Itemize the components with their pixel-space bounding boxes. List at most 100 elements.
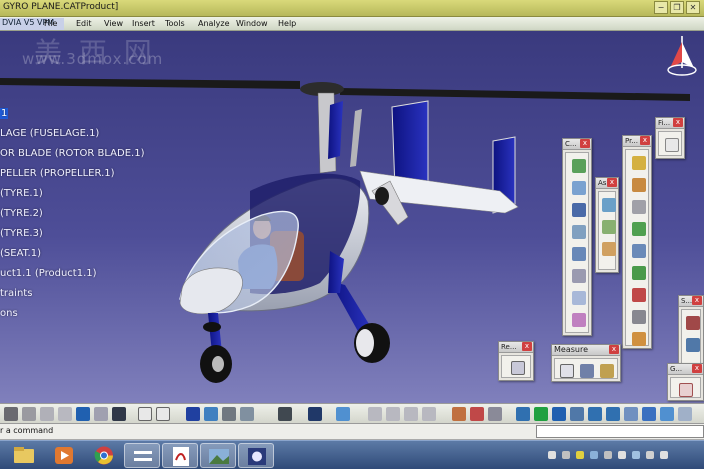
grid-icon[interactable] xyxy=(679,383,693,397)
constraint-icon[interactable] xyxy=(572,181,586,195)
snap-icon[interactable] xyxy=(368,407,382,421)
menu-insert[interactable]: Insert xyxy=(132,19,155,28)
product-icon[interactable] xyxy=(632,178,646,192)
tree-node-fuselage[interactable]: LAGE (FUSELAGE.1) xyxy=(0,128,99,139)
tray-icon[interactable] xyxy=(632,451,640,459)
menu-window[interactable]: Window xyxy=(236,19,268,28)
switch-icon[interactable] xyxy=(124,443,160,468)
rotor-blade[interactable] xyxy=(0,78,690,101)
tyre-far[interactable] xyxy=(203,322,221,332)
toolbar-assembly[interactable]: As... x xyxy=(595,177,619,273)
catalog-icon[interactable] xyxy=(240,407,254,421)
explode-icon[interactable] xyxy=(386,407,400,421)
product-icon[interactable] xyxy=(632,244,646,258)
menu-tools[interactable]: Tools xyxy=(165,19,185,28)
tyre-front[interactable] xyxy=(200,345,232,383)
help-icon[interactable] xyxy=(112,407,126,421)
fit-all-in-icon[interactable] xyxy=(534,407,548,421)
normal-view-icon[interactable] xyxy=(624,407,638,421)
close-button[interactable]: ✕ xyxy=(686,1,700,14)
close-icon[interactable]: x xyxy=(607,178,617,187)
menu-analyze[interactable]: Analyze xyxy=(198,19,230,28)
update-icon[interactable] xyxy=(278,407,292,421)
toolbar-measure[interactable]: Measure x xyxy=(551,344,621,382)
menu-view[interactable]: View xyxy=(104,19,123,28)
tree-node-propeller[interactable]: PELLER (PROPELLER.1) xyxy=(0,168,115,179)
paste-icon[interactable] xyxy=(58,407,72,421)
tray-icon[interactable] xyxy=(576,451,584,459)
pan-icon[interactable] xyxy=(552,407,566,421)
catia-icon[interactable] xyxy=(238,443,274,468)
chrome-icon[interactable] xyxy=(86,443,122,468)
tree-node-tyre-1[interactable]: (TYRE.1) xyxy=(0,188,43,199)
toolbar-product-structure[interactable]: Pr... x xyxy=(622,135,652,349)
tray-icon[interactable] xyxy=(590,451,598,459)
hide-show-icon[interactable] xyxy=(678,407,692,421)
tree-icon[interactable] xyxy=(204,407,218,421)
print-icon[interactable] xyxy=(4,407,18,421)
tray-icon[interactable] xyxy=(562,451,570,459)
maximize-button[interactable]: ❐ xyxy=(670,1,684,14)
tree-node-applications[interactable]: ons xyxy=(0,308,18,319)
close-icon[interactable]: x xyxy=(522,342,532,351)
fit-all-icon[interactable] xyxy=(665,138,679,152)
close-icon[interactable]: x xyxy=(692,364,702,373)
measure-item-icon[interactable] xyxy=(580,364,594,378)
photo-viewer-icon[interactable] xyxy=(200,443,236,468)
close-icon[interactable]: x xyxy=(692,296,702,305)
tree-node-tyre-2[interactable]: (TYRE.2) xyxy=(0,208,43,219)
render-icon[interactable] xyxy=(511,361,525,375)
toolbar-constraints[interactable]: C... x xyxy=(562,138,592,336)
tree-node-rotor-blade[interactable]: OR BLADE (ROTOR BLADE.1) xyxy=(0,148,145,159)
tree-node-tyre-3[interactable]: (TYRE.3) xyxy=(0,228,43,239)
comment-icon[interactable] xyxy=(156,407,170,421)
menu-help[interactable]: Help xyxy=(278,19,296,28)
constraint-icon[interactable] xyxy=(572,159,586,173)
close-icon[interactable]: x xyxy=(640,136,650,145)
file-explorer-icon[interactable] xyxy=(6,443,42,468)
constraint-icon[interactable] xyxy=(572,247,586,261)
menu-file[interactable]: File xyxy=(44,19,57,28)
constraint-icon[interactable] xyxy=(572,225,586,239)
close-icon[interactable]: x xyxy=(580,139,590,148)
toolbar-render[interactable]: Re... x xyxy=(498,341,534,381)
sectioning-icon[interactable] xyxy=(488,407,502,421)
undo-icon[interactable] xyxy=(76,407,90,421)
analysis-icon[interactable] xyxy=(686,316,700,330)
tray-icon[interactable] xyxy=(548,451,556,459)
tray-icon[interactable] xyxy=(618,451,626,459)
redo-icon[interactable] xyxy=(94,407,108,421)
product-icon[interactable] xyxy=(632,332,646,346)
toolbar-g[interactable]: G... x xyxy=(667,363,704,401)
assembly-icon[interactable] xyxy=(602,220,616,234)
product-icon[interactable] xyxy=(632,288,646,302)
compass-icon[interactable] xyxy=(666,34,698,82)
tree-node-seat[interactable]: (SEAT.1) xyxy=(0,248,41,259)
rotate-icon[interactable] xyxy=(570,407,584,421)
3d-viewport[interactable]: 美 西 网 www.3dmox.com 1 LAGE (FUSELAGE.1) … xyxy=(0,31,704,403)
clash-icon[interactable] xyxy=(422,407,436,421)
cut-icon[interactable] xyxy=(22,407,36,421)
product-icon[interactable] xyxy=(632,222,646,236)
command-input[interactable] xyxy=(536,425,704,438)
iso-view-icon[interactable] xyxy=(642,407,656,421)
minimize-button[interactable]: − xyxy=(654,1,668,14)
shading-icon[interactable] xyxy=(660,407,674,421)
close-icon[interactable]: x xyxy=(609,345,619,354)
fly-mode-icon[interactable] xyxy=(516,407,530,421)
constraint-icon[interactable] xyxy=(572,203,586,217)
table-icon[interactable] xyxy=(186,407,200,421)
constraint-icon[interactable] xyxy=(572,269,586,283)
media-player-icon[interactable] xyxy=(46,443,82,468)
constraint-icon[interactable] xyxy=(572,313,586,327)
close-icon[interactable]: x xyxy=(673,118,683,127)
product-icon[interactable] xyxy=(632,310,646,324)
product-icon[interactable] xyxy=(632,156,646,170)
refresh-icon[interactable] xyxy=(308,407,322,421)
zoom-out-icon[interactable] xyxy=(606,407,620,421)
manipulate-icon[interactable] xyxy=(404,407,418,421)
section-icon[interactable] xyxy=(452,407,466,421)
tray-icon[interactable] xyxy=(660,451,668,459)
tree-node-product[interactable]: uct1.1 (Product1.1) xyxy=(0,268,97,279)
product-icon[interactable] xyxy=(632,266,646,280)
